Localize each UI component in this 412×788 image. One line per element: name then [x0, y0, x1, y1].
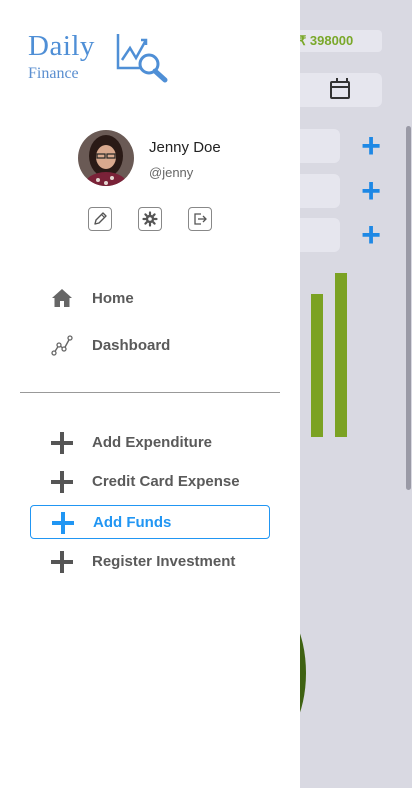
action-label: Add Funds — [93, 514, 172, 531]
navigation-drawer: Daily Finance Jenny Doe @jenny Home Dash… — [0, 0, 300, 788]
settings-button[interactable] — [138, 207, 162, 231]
plus-icon[interactable]: + — [358, 174, 384, 208]
edit-profile-button[interactable] — [88, 207, 112, 231]
action-label: Register Investment — [92, 553, 236, 570]
add-funds-button[interactable]: Add Funds — [30, 505, 270, 539]
chart-bar — [335, 273, 347, 437]
plus-icon — [52, 512, 74, 534]
avatar[interactable] — [78, 130, 134, 186]
action-label: Credit Card Expense — [92, 473, 240, 490]
plus-icon[interactable]: + — [358, 129, 384, 163]
register-investment-button[interactable]: Register Investment — [30, 545, 270, 579]
logout-icon — [194, 213, 207, 225]
plus-icon — [51, 471, 73, 493]
nav-item-dashboard[interactable]: Dashboard — [50, 330, 270, 360]
nav-label-home: Home — [92, 289, 134, 307]
avatar-image — [78, 130, 134, 186]
home-icon — [50, 286, 74, 310]
divider — [20, 392, 280, 393]
plus-icon — [51, 432, 73, 454]
user-handle: @jenny — [149, 165, 194, 180]
gear-icon — [142, 211, 158, 227]
logo-text-daily: Daily — [28, 30, 95, 62]
scrollbar[interactable] — [406, 126, 411, 490]
calendar-icon — [330, 78, 350, 99]
chart-line-icon — [50, 333, 74, 357]
logo-text-finance: Finance — [28, 65, 79, 82]
action-label: Add Expenditure — [92, 434, 213, 451]
pencil-icon — [94, 212, 107, 225]
nav-item-home[interactable]: Home — [50, 283, 270, 313]
logout-button[interactable] — [188, 207, 212, 231]
nav-label-dashboard: Dashboard — [92, 336, 171, 354]
add-expenditure-button[interactable]: Add Expenditure — [30, 426, 270, 460]
plus-icon — [51, 551, 73, 573]
chart-bar — [311, 294, 323, 437]
plus-icon[interactable]: + — [358, 218, 384, 252]
user-name: Jenny Doe — [149, 139, 221, 156]
credit-card-expense-button[interactable]: Credit Card Expense — [30, 465, 270, 499]
magnifier-chart-icon — [116, 34, 168, 83]
